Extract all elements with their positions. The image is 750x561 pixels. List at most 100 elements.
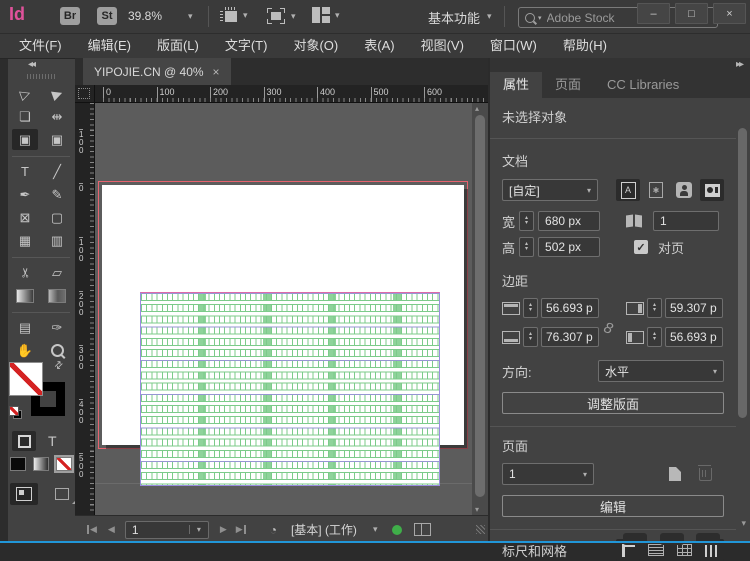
preflight-menu-icon[interactable]: ◔ [270,523,277,537]
apply-color-button[interactable] [10,457,26,471]
page-number-input[interactable] [125,522,189,537]
panel-drag-handle[interactable] [27,74,57,79]
horizontal-grid-tool[interactable]: ▦ [12,230,38,251]
page-number-dropdown[interactable]: ▾ [124,520,209,539]
content-collector-tool[interactable]: ▣ [12,129,38,150]
alternate-layout-button[interactable] [700,179,724,201]
menu-item-1[interactable]: 编辑(E) [75,34,144,58]
normal-view-mode-button[interactable] [10,483,38,505]
direction-dropdown[interactable]: 水平 ▾ [598,360,724,382]
new-page-icon[interactable] [669,467,681,481]
vertical-grid-tool[interactable]: ▥ [44,230,70,251]
accessibility-button[interactable] [672,179,696,201]
zoom-tool[interactable] [44,340,70,361]
height-stepper[interactable]: ▴ ▾ [519,237,535,257]
scrollbar-thumb[interactable] [475,115,485,497]
workspace-chevron-icon[interactable]: ▾ [487,11,492,22]
menu-item-0[interactable]: 文件(F) [6,34,75,58]
type-tool[interactable]: T [12,161,38,182]
panel-scrollbar-thumb[interactable] [738,128,747,418]
previous-page-button[interactable]: ◀ [108,525,115,534]
spread-view-icon[interactable] [414,523,432,536]
document-grid-button[interactable] [672,539,696,561]
facing-pages-checkbox[interactable]: ✓ [634,240,649,254]
pasteboard[interactable] [95,103,472,515]
formatting-affects-text-button[interactable]: T [48,433,57,449]
collapse-panel-icon[interactable]: ◂◂ [28,59,36,70]
height-input[interactable] [538,237,601,257]
view-options-dropdown[interactable]: ▾ [220,7,248,23]
adaptive-page-button[interactable]: ✱ [644,179,668,201]
close-button[interactable]: × [713,3,746,24]
scroll-up-icon[interactable]: ▴ [475,104,479,113]
scroll-down-icon[interactable]: ▾ [475,505,479,514]
rectangle-tool[interactable]: ▢ [44,207,70,228]
width-input[interactable] [538,211,601,231]
margin-outside-input[interactable] [665,298,723,318]
panel-tab-CC Libraries[interactable]: CC Libraries [594,72,692,98]
eyedropper-tool[interactable]: ✑ [44,317,70,338]
content-placer-tool[interactable]: ▣ [44,129,70,150]
gradient-feather-tool[interactable] [44,285,70,306]
hand-tool[interactable]: ✋ [12,340,38,361]
free-transform-tool[interactable]: ▱ [44,262,70,283]
menu-item-8[interactable]: 帮助(H) [550,34,620,58]
minimize-button[interactable]: – [637,3,670,24]
zoom-level-chevron-icon[interactable]: ▾ [188,11,193,22]
page-count-input[interactable] [653,211,720,231]
maximize-button[interactable]: □ [675,3,708,24]
next-page-button[interactable]: ▶ [220,525,227,534]
preflight-chevron-icon[interactable]: ▾ [373,524,378,535]
gap-tool[interactable]: ⇹ [44,106,70,127]
menu-item-5[interactable]: 表(A) [351,34,407,58]
screen-mode-dropdown[interactable]: ▾ [266,7,296,25]
fill-swatch-none[interactable] [9,362,43,396]
preview-mode-button[interactable] [48,483,76,505]
menu-item-7[interactable]: 窗口(W) [477,34,550,58]
formatting-affects-container-button[interactable] [12,431,36,451]
collapse-panel-icon[interactable]: ▸▸ [736,59,744,70]
zoom-level-value[interactable]: 39.8% [128,9,162,23]
margin-inside-input[interactable] [665,327,723,347]
hidden-row-button[interactable] [623,533,647,545]
a-master-toggle-button[interactable]: A [616,179,640,201]
horizontal-ruler[interactable]: 0 100 200 300 400 500 600 [95,85,488,103]
margin-outside-stepper[interactable]: ▴ ▾ [647,298,662,318]
note-tool[interactable]: ▤ [12,317,38,338]
resize-grip[interactable] [476,525,485,534]
direct-selection-tool[interactable]: ▶ [44,83,70,104]
menu-item-6[interactable]: 视图(V) [408,34,477,58]
baseline-grid-button[interactable] [644,539,668,561]
page-tool[interactable]: ❏ [12,106,38,127]
ruler-origin[interactable] [75,85,95,103]
margin-inside-stepper[interactable]: ▴ ▾ [647,327,662,347]
delete-page-icon[interactable] [698,464,712,481]
current-page-dropdown[interactable]: 1 ▾ [502,463,594,485]
workspace-switcher[interactable]: 基本功能 [428,8,480,27]
pencil-tool[interactable]: ✎ [44,184,70,205]
corner-ruler-button[interactable] [616,539,640,561]
first-page-button[interactable]: ◀ [87,525,97,534]
margin-bottom-stepper[interactable]: ▴ ▾ [523,327,538,347]
margin-bottom-input[interactable] [541,327,599,347]
margin-top-input[interactable] [541,298,599,318]
pen-tool[interactable]: ✒ [12,184,38,205]
scissors-tool[interactable]: ✂ [12,262,38,283]
hidden-row-button[interactable] [660,533,684,545]
apply-gradient-button[interactable] [33,457,49,471]
menu-item-2[interactable]: 版面(L) [144,34,212,58]
panel-tab-属性[interactable]: 属性 [490,72,543,98]
vertical-scrollbar[interactable]: ▴ ▾ [472,103,488,515]
tab-close-icon[interactable]: × [213,65,220,79]
apply-none-button[interactable] [54,455,74,473]
frame-tool[interactable]: ⊠ [12,207,38,228]
hidden-row-button[interactable] [696,533,720,545]
page-number-chevron-icon[interactable]: ▾ [188,525,208,534]
vertical-ruler[interactable]: 100 0 100 200 300 400 500 [75,103,95,515]
width-stepper[interactable]: ▴ ▾ [519,211,535,231]
layout-grid[interactable] [140,292,440,486]
selection-tool[interactable]: ▷ [12,83,38,104]
panel-tab-页面[interactable]: 页面 [542,72,594,98]
search-scope-chevron-icon[interactable]: ▾ [538,14,542,22]
default-fill-stroke-icon[interactable] [9,406,22,419]
